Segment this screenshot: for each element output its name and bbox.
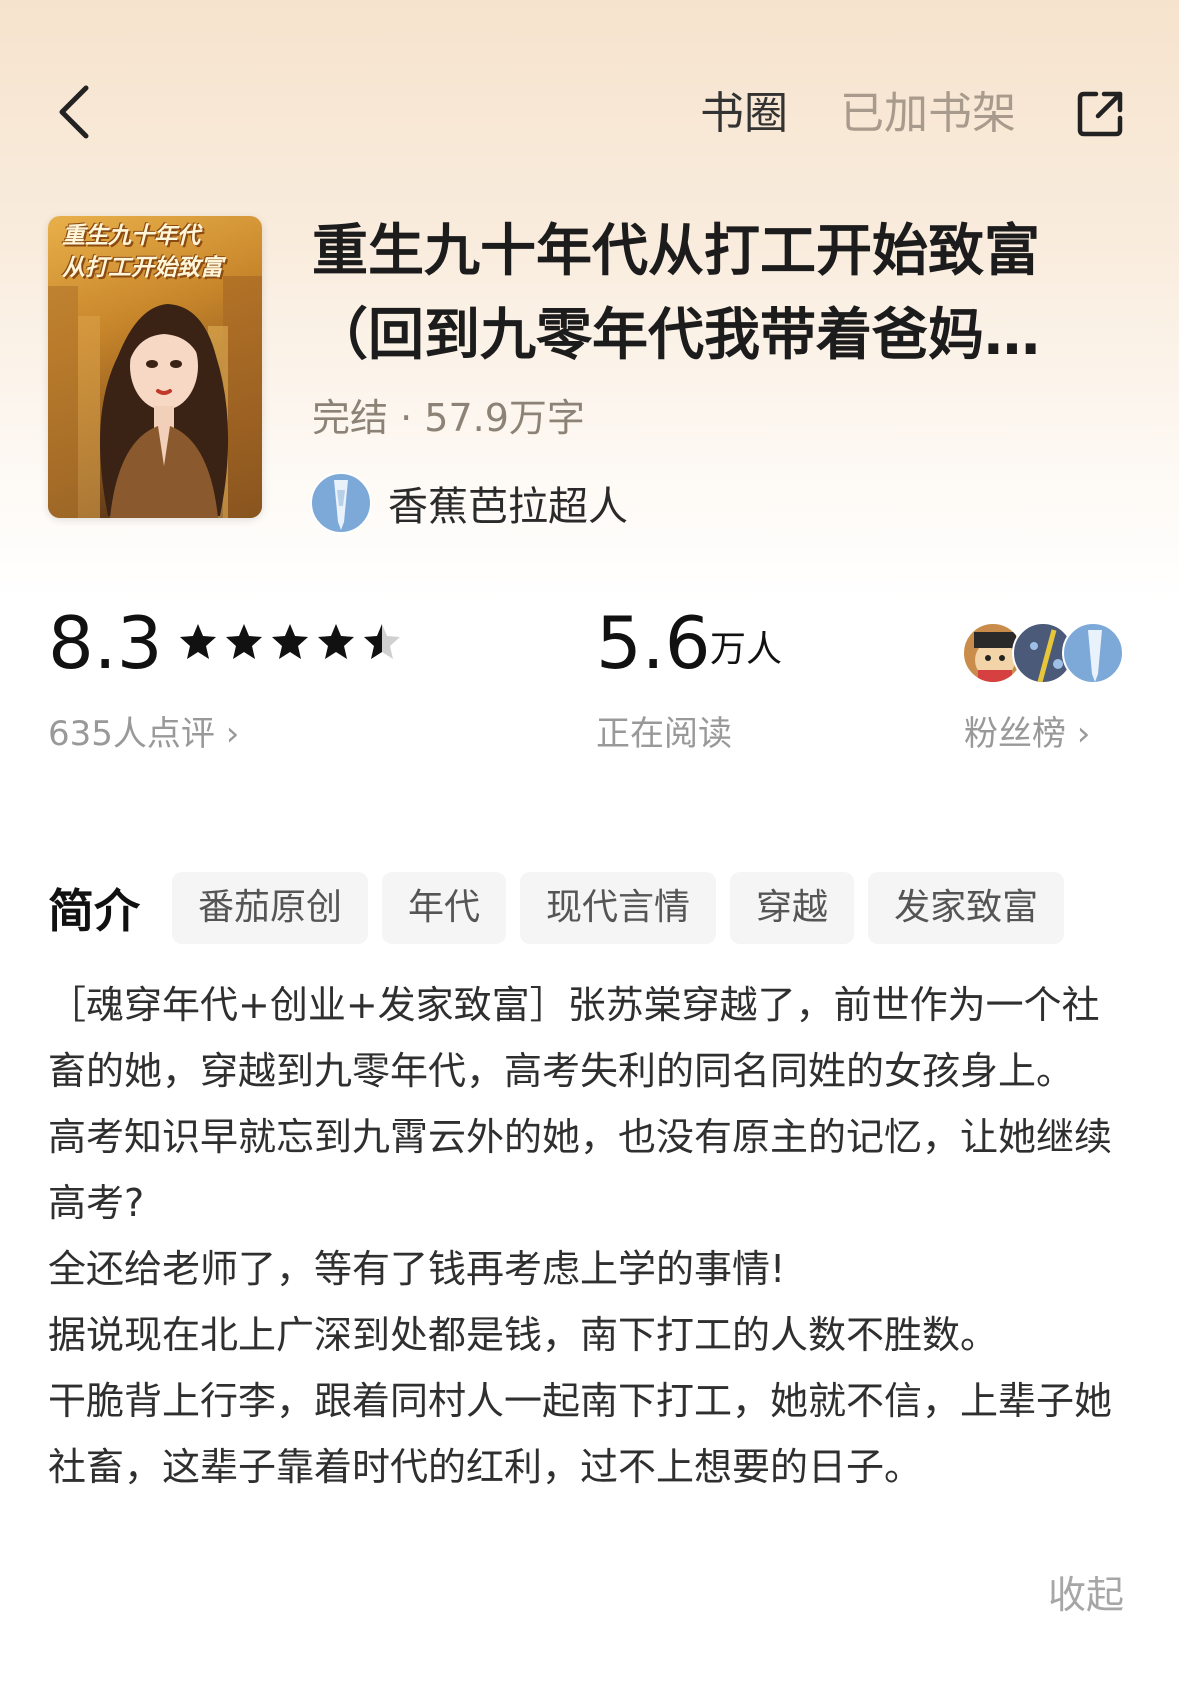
- intro-title: 简介: [48, 884, 140, 938]
- book-cover[interactable]: 重生九十年代 从打工开始致富: [48, 216, 262, 518]
- tag-chip[interactable]: 穿越: [730, 872, 855, 944]
- added-to-shelf-button[interactable]: 已加书架: [840, 84, 1016, 144]
- tag-chip[interactable]: 年代: [382, 872, 507, 944]
- cover-title: 重生九十年代 从打工开始致富: [48, 216, 262, 284]
- book-title-line1: 重生九十年代从打工开始致富: [312, 219, 1040, 284]
- star-icon: [272, 624, 308, 659]
- book-title-line2: （回到九零年代我带着爸妈…: [312, 303, 1040, 368]
- intro-paragraph: 高考知识早就忘到九霄云外的她，也没有原主的记忆，让她继续高考?: [48, 1115, 1113, 1225]
- fan-avatar: [1062, 622, 1124, 684]
- share-icon: [1077, 91, 1123, 137]
- fans-ranking-link[interactable]: 粉丝榜 ›: [964, 706, 1090, 755]
- author-avatar: [310, 472, 372, 534]
- author-name: 香蕉芭拉超人: [388, 484, 628, 530]
- intro-paragraph: ［魂穿年代+创业+发家致富］张苏棠穿越了，前世作为一个社畜的她，穿越到九零年代，…: [48, 983, 1100, 1093]
- tag-chip[interactable]: 番茄原创: [172, 872, 369, 944]
- share-button[interactable]: [1070, 84, 1130, 144]
- cover-title-line2: 从打工开始致富: [62, 255, 223, 281]
- intro-paragraph: 据说现在北上广深到处都是钱，南下打工的人数不胜数。: [48, 1313, 999, 1357]
- intro-paragraph: 干脆背上行李，跟着同村人一起南下打工，她就不信，上辈子她社畜，这辈子靠着时代的红…: [48, 1379, 1113, 1489]
- back-button[interactable]: [48, 82, 98, 142]
- chevron-left-icon: [59, 85, 89, 139]
- book-title: 重生九十年代从打工开始致富 （回到九零年代我带着爸妈…: [312, 210, 1132, 378]
- word-count: 57.9万字: [424, 396, 585, 440]
- rating-stars: [178, 622, 402, 662]
- reviews-link[interactable]: 635人点评 ›: [48, 706, 239, 755]
- star-icon: [318, 624, 354, 659]
- collapse-button[interactable]: 收起: [1048, 1562, 1124, 1628]
- star-icon: [180, 624, 216, 659]
- star-icon: [364, 624, 400, 659]
- readers-count: 5.6: [596, 601, 711, 685]
- readers-label: 正在阅读: [596, 714, 732, 754]
- readers-unit: 万人: [710, 629, 783, 670]
- tag-chip[interactable]: 发家致富: [868, 872, 1065, 944]
- intro-header: 简介 番茄原创 年代 现代言情 穿越 发家致富: [48, 872, 1078, 944]
- cover-title-line1: 重生九十年代: [62, 223, 200, 249]
- tag-chip[interactable]: 现代言情: [520, 872, 717, 944]
- meta-separator: ·: [388, 396, 425, 440]
- rating-score: 8.3: [48, 601, 163, 685]
- author-link[interactable]: 香蕉芭拉超人: [310, 472, 628, 534]
- stats-row: 8.3 635人点评 › 5.6 万人 正在阅读 粉丝榜 ›: [0, 590, 1179, 770]
- fans-avatars[interactable]: [962, 622, 1132, 688]
- book-meta: 完结 · 57.9万字: [312, 393, 585, 443]
- intro-paragraph: 全还给老师了，等有了钱再考虑上学的事情!: [48, 1247, 786, 1291]
- star-icon: [226, 624, 262, 659]
- intro-body: ［魂穿年代+创业+发家致富］张苏棠穿越了，前世作为一个社畜的她，穿越到九零年代，…: [48, 972, 1132, 1500]
- top-bar: 书圈 已加书架: [0, 0, 1179, 230]
- book-status: 完结: [312, 396, 389, 440]
- book-circle-link[interactable]: 书圈: [700, 84, 788, 144]
